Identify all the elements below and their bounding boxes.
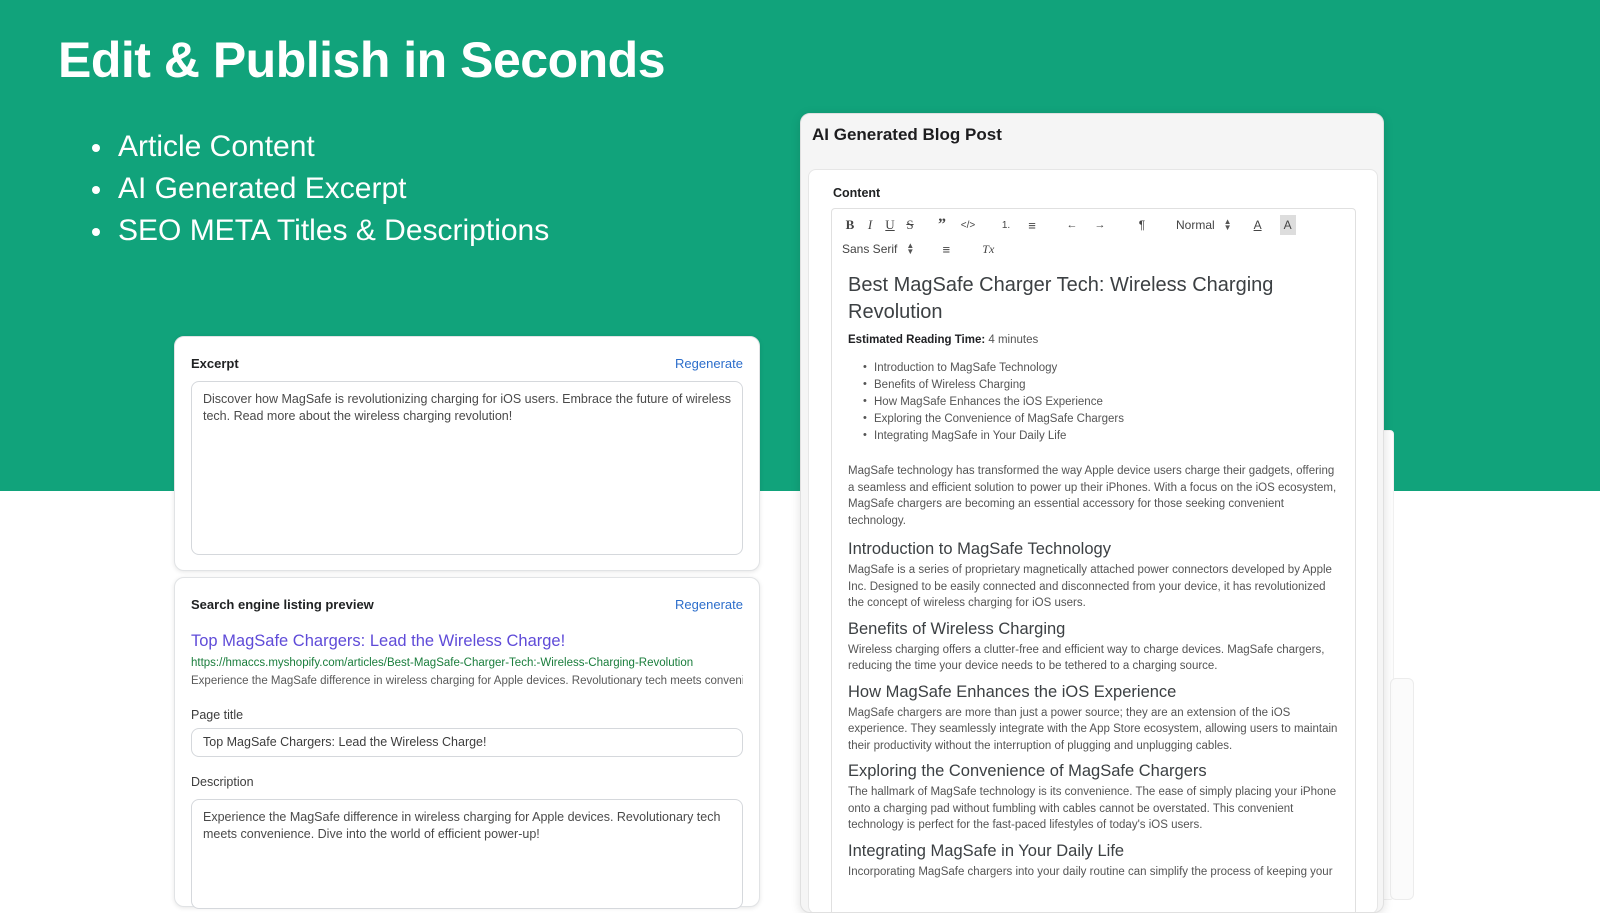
font-family-select[interactable]: Sans Serif <box>842 242 897 256</box>
background-panel-layer-2 <box>1390 678 1414 900</box>
clear-formatting-icon[interactable]: Tx <box>980 239 996 259</box>
excerpt-textarea[interactable]: Discover how MagSafe is revolutionizing … <box>191 381 743 555</box>
page-title: Edit & Publish in Seconds <box>58 32 666 88</box>
post-card-body: Content B I U S ” </> 1. ≡ ← → ¶ Normal … <box>808 169 1378 912</box>
article-section-body: MagSafe chargers are more than just a po… <box>848 706 1338 752</box>
article-table-of-contents: Introduction to MagSafe Technology Benef… <box>848 359 1343 445</box>
background-color-icon[interactable]: A <box>1279 215 1296 235</box>
page-title-input[interactable]: Top MagSafe Chargers: Lead the Wireless … <box>191 728 743 757</box>
ordered-list-icon[interactable]: 1. <box>998 215 1014 235</box>
description-textarea[interactable]: Experience the MagSafe difference in wir… <box>191 799 743 909</box>
bold-icon[interactable]: B <box>842 215 858 235</box>
chevron-updown-icon[interactable]: ▲ ▼ <box>1224 218 1232 232</box>
article-section-body: Wireless charging offers a clutter-free … <box>848 643 1325 673</box>
excerpt-label: Excerpt <box>191 356 239 371</box>
article-section-heading: Introduction to MagSafe Technology <box>848 540 1111 558</box>
reading-time-label: Estimated Reading Time: <box>848 334 986 346</box>
serp-title-link[interactable]: Top MagSafe Chargers: Lead the Wireless … <box>191 630 743 652</box>
strikethrough-icon[interactable]: S <box>902 215 918 235</box>
list-item: How MagSafe Enhances the iOS Experience <box>863 393 1343 411</box>
left-card-stack: Excerpt Regenerate Discover how MagSafe … <box>174 336 760 909</box>
text-direction-icon[interactable]: ¶ <box>1134 215 1150 235</box>
serp-description: Experience the MagSafe difference in wir… <box>191 675 743 687</box>
article-title: Best MagSafe Charger Tech: Wireless Char… <box>848 274 1274 323</box>
article-intro-paragraph: MagSafe technology has transformed the w… <box>848 465 1337 527</box>
list-item: SEO META Titles & Descriptions <box>91 210 549 252</box>
list-item: Benefits of Wireless Charging <box>863 376 1343 394</box>
search-engine-preview: Top MagSafe Chargers: Lead the Wireless … <box>191 630 743 690</box>
blockquote-icon[interactable]: ” <box>934 215 950 235</box>
underline-icon[interactable]: U <box>882 215 898 235</box>
reading-time: Estimated Reading Time: 4 minutes <box>848 332 1343 348</box>
post-card-title: AI Generated Blog Post <box>812 125 1002 144</box>
article-section-body: MagSafe is a series of proprietary magne… <box>848 564 1332 609</box>
article-section-heading: Benefits of Wireless Charging <box>848 619 1066 638</box>
italic-icon[interactable]: I <box>862 215 878 235</box>
page-title-label: Page title <box>191 708 244 722</box>
seo-listing-card: Search engine listing preview Regenerate… <box>174 577 760 909</box>
excerpt-card-header: Excerpt Regenerate <box>191 356 743 371</box>
excerpt-card: Excerpt Regenerate Discover how MagSafe … <box>174 336 760 571</box>
seo-regenerate-button[interactable]: Regenerate <box>675 597 743 612</box>
article-section-body: Incorporating MagSafe chargers into your… <box>848 865 1333 878</box>
article-editor[interactable]: Best MagSafe Charger Tech: Wireless Char… <box>831 258 1356 912</box>
list-item: Integrating MagSafe in Your Daily Life <box>863 427 1343 445</box>
list-item: AI Generated Excerpt <box>91 168 549 210</box>
indent-icon[interactable]: → <box>1092 215 1108 235</box>
seo-card-header: Search engine listing preview Regenerate <box>191 597 743 612</box>
ai-blog-post-card: AI Generated Blog Post Content B I U S ”… <box>800 113 1384 913</box>
chevron-updown-icon[interactable]: ▲ ▼ <box>906 242 914 256</box>
seo-preview-label: Search engine listing preview <box>191 597 374 612</box>
serp-url: https://hmaccs.myshopify.com/articles/Be… <box>191 657 694 669</box>
hero-feature-list: Article Content AI Generated Excerpt SEO… <box>78 126 549 252</box>
excerpt-regenerate-button[interactable]: Regenerate <box>675 356 743 371</box>
rich-text-toolbar: B I U S ” </> 1. ≡ ← → ¶ Normal ▲▼ A A <box>831 208 1356 258</box>
text-color-icon[interactable]: A <box>1250 215 1266 235</box>
article-section-body: The hallmark of MagSafe technology is it… <box>848 786 1337 831</box>
description-label: Description <box>191 775 254 789</box>
heading-select[interactable]: Normal <box>1176 218 1215 232</box>
outdent-icon[interactable]: ← <box>1064 215 1080 235</box>
bullet-list-icon[interactable]: ≡ <box>1024 215 1040 235</box>
align-icon[interactable]: ≡ <box>938 239 954 259</box>
article-section-heading: How MagSafe Enhances the iOS Experience <box>848 682 1177 701</box>
list-item: Article Content <box>91 126 549 168</box>
list-item: Introduction to MagSafe Technology <box>863 359 1343 377</box>
reading-time-value: 4 minutes <box>988 334 1039 346</box>
toolbar-row-1: B I U S ” </> 1. ≡ ← → ¶ Normal ▲ ▼ A A <box>842 213 1345 237</box>
article-section-heading: Exploring the Convenience of MagSafe Cha… <box>848 762 1207 780</box>
code-block-icon[interactable]: </> <box>960 215 976 235</box>
content-label: Content <box>833 186 881 200</box>
list-item: Exploring the Convenience of MagSafe Cha… <box>863 410 1343 428</box>
article-section-heading: Integrating MagSafe in Your Daily Life <box>848 841 1125 860</box>
